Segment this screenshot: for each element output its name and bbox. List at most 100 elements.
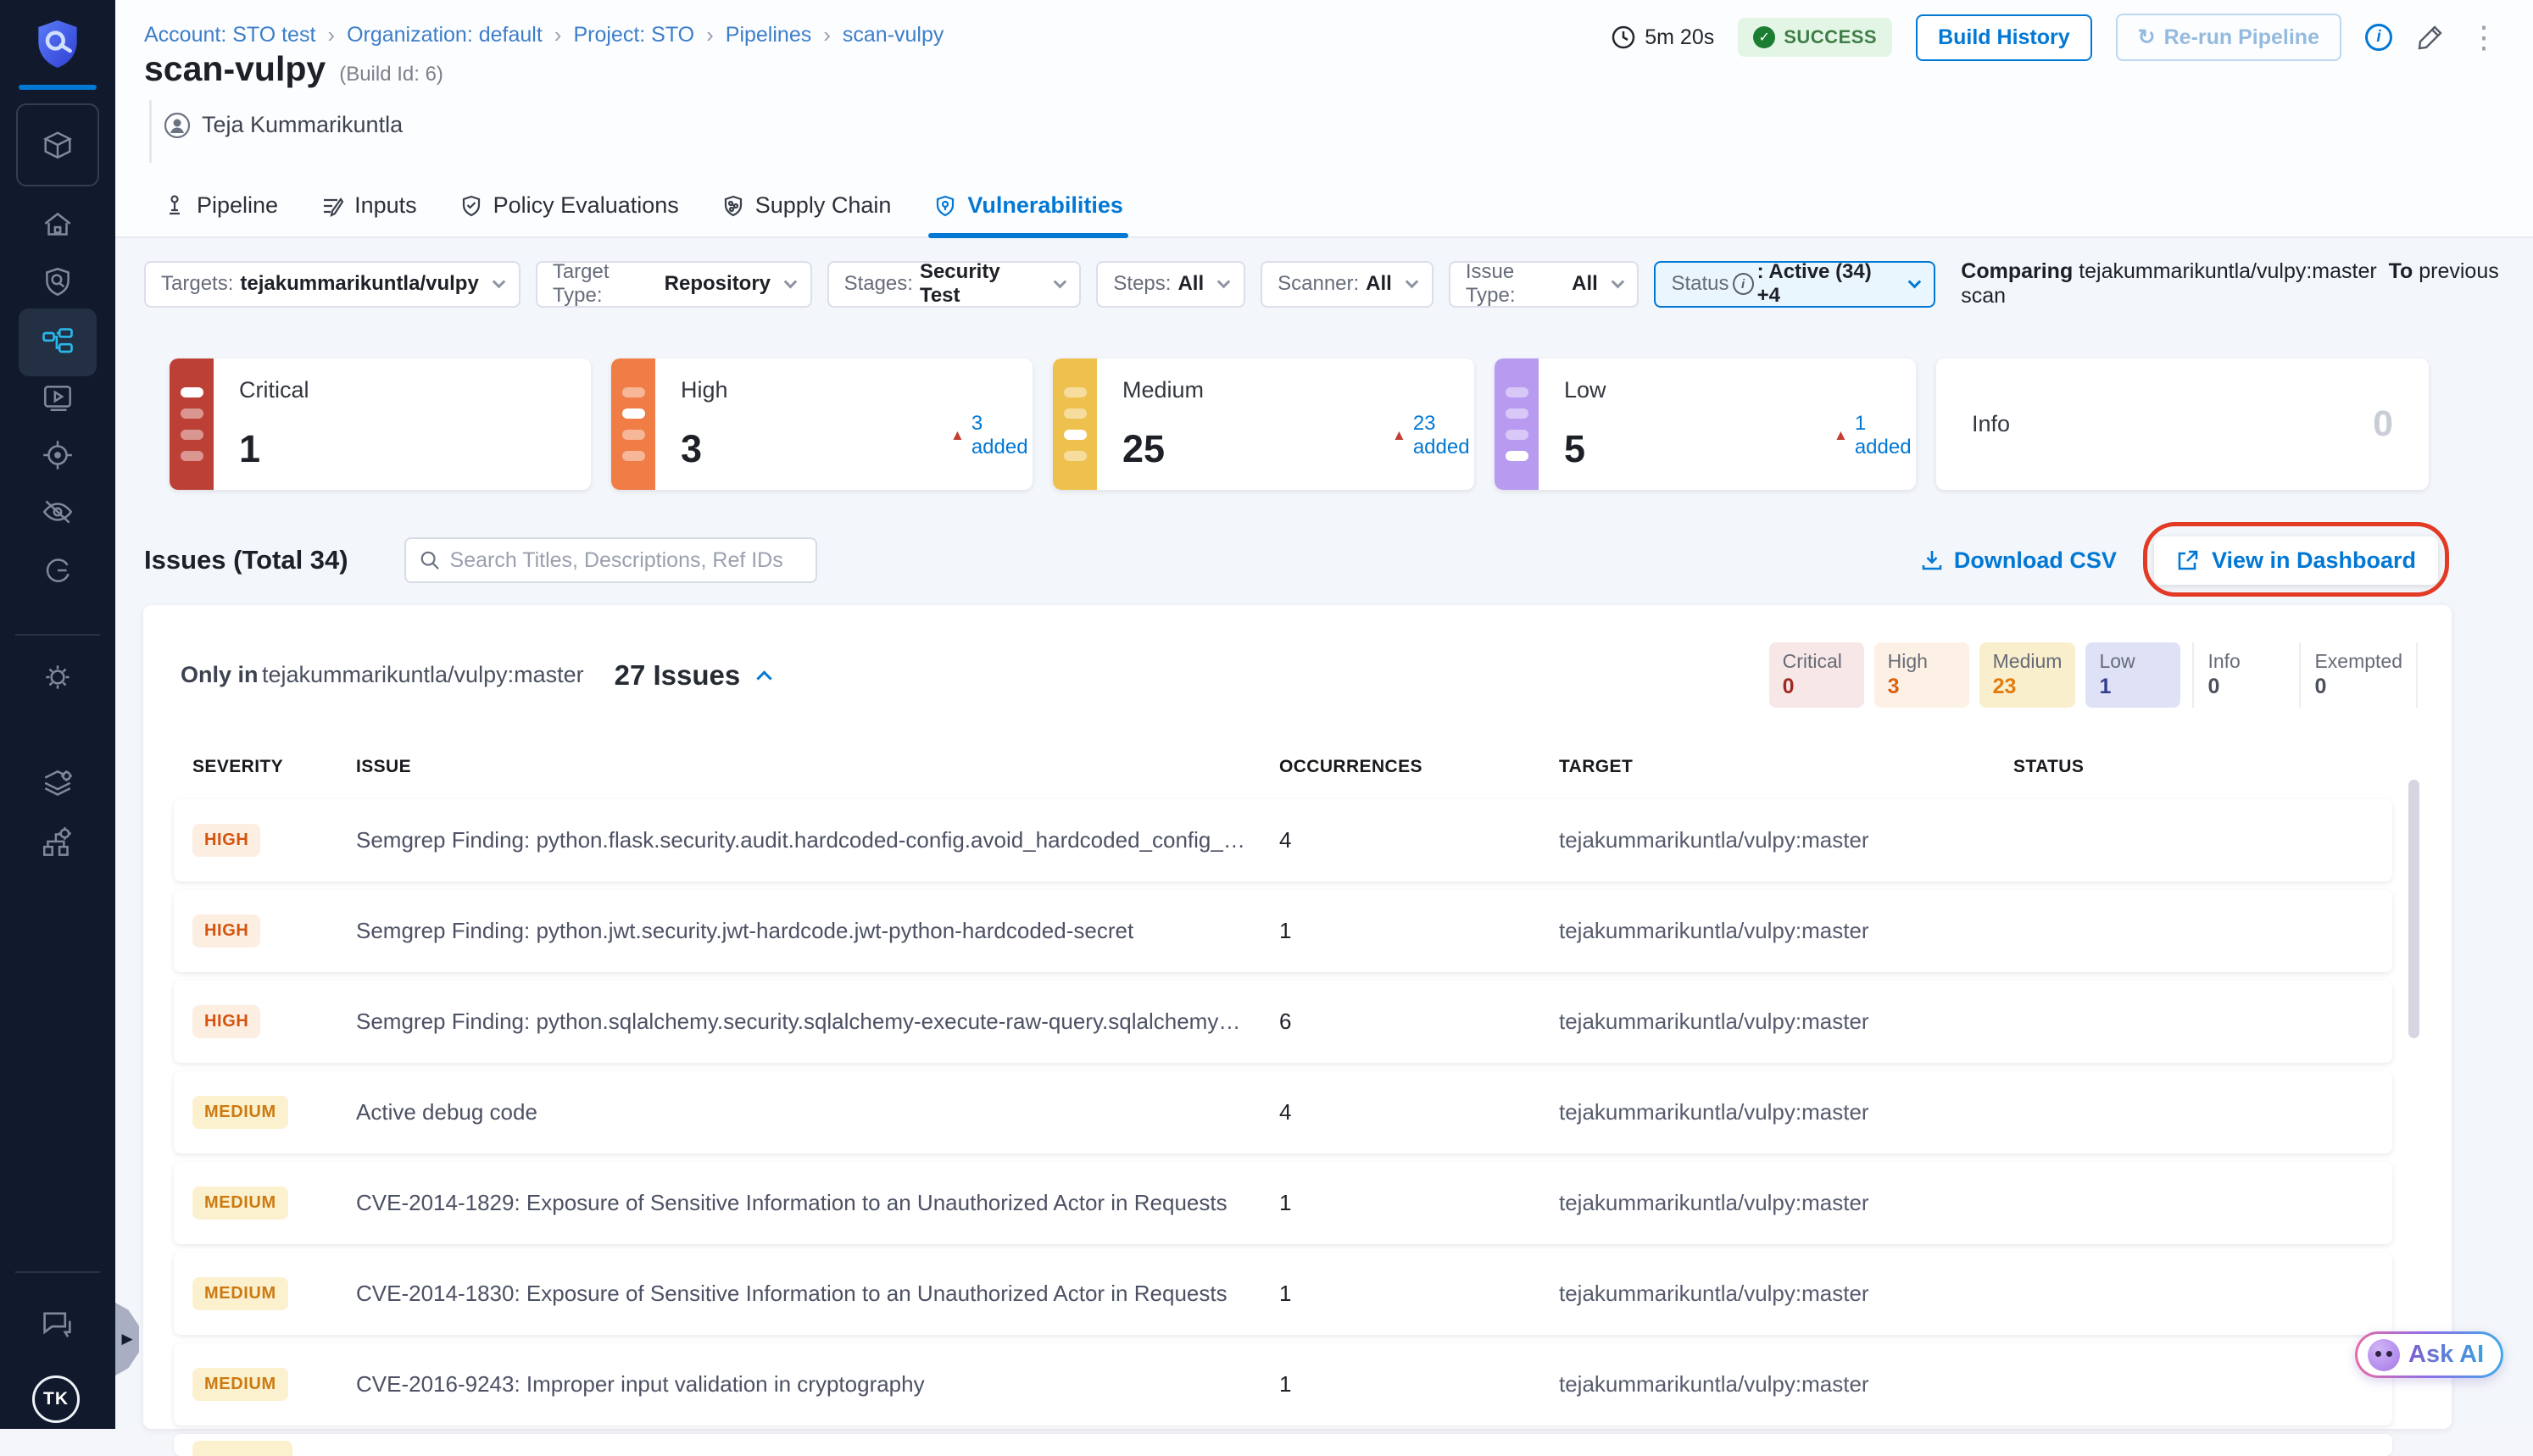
comparing-target: tejakummarikuntla/vulpy:master: [2079, 259, 2377, 283]
layers-gear-icon: [44, 770, 72, 796]
chip-low[interactable]: Low 1: [2085, 642, 2181, 708]
tab-label: Inputs: [354, 192, 417, 218]
chip-exempted[interactable]: Exempted 0: [2299, 642, 2418, 708]
triangle-up-icon: ▲: [1834, 427, 1848, 443]
table-row[interactable]: MEDIUM CVE-2016-9243: Improper input val…: [174, 1343, 2392, 1425]
chip-label: Exempted: [2314, 650, 2402, 672]
table-row[interactable]: HIGH Semgrep Finding: python.jwt.securit…: [174, 890, 2392, 972]
sidebar-item-default-settings[interactable]: [0, 767, 115, 803]
group-header: Only in tejakummarikuntla/vulpy:master 2…: [143, 605, 2452, 708]
card-label: Medium: [1122, 377, 1205, 403]
sidebar-item-pipelines[interactable]: [19, 308, 97, 376]
breadcrumb-organization[interactable]: Organization: default: [347, 23, 543, 47]
shield-search-icon: [46, 267, 70, 297]
rerun-pipeline-button[interactable]: ↻ Re-run Pipeline: [2115, 14, 2341, 61]
only-in-label: Only in: [181, 662, 259, 687]
target-crosshair-icon: [43, 441, 72, 470]
severity-badge: MEDIUM: [192, 1186, 288, 1220]
edit-pencil-icon[interactable]: [2416, 23, 2445, 52]
sidebar-item-home[interactable]: [0, 208, 115, 243]
low-card[interactable]: Low 5 ▲ 1 added: [1495, 358, 1916, 490]
status-text: SUCCESS: [1784, 26, 1878, 47]
table-scrollbar[interactable]: [2408, 780, 2419, 1038]
download-icon: [1922, 551, 1942, 570]
chip-info[interactable]: Info 0: [2192, 642, 2287, 708]
filter-target-type[interactable]: Target Type: Repository: [535, 260, 812, 308]
breadcrumb-project[interactable]: Project: STO: [573, 23, 694, 47]
chevron-down-icon: [1611, 275, 1624, 288]
harness-sto-logo-icon[interactable]: [31, 17, 85, 75]
module-selector-button[interactable]: [16, 103, 99, 186]
home-icon: [44, 212, 71, 236]
sidebar-item-targets[interactable]: [0, 437, 115, 473]
tab-inputs[interactable]: Inputs: [320, 173, 417, 238]
medium-card[interactable]: Medium 25 ▲ 23 added: [1053, 358, 1474, 490]
table-row[interactable]: HIGH Semgrep Finding: python.flask.secur…: [174, 799, 2392, 881]
critical-card[interactable]: Critical 1: [170, 358, 591, 490]
ask-ai-label: Ask AI: [2408, 1341, 2485, 1368]
chip-high[interactable]: High 3: [1873, 642, 1969, 708]
table-row-partial[interactable]: [174, 1434, 2392, 1456]
filter-stages[interactable]: Stages: Security Test: [827, 260, 1082, 308]
view-in-dashboard-button[interactable]: View in Dashboard: [2153, 536, 2438, 585]
filter-steps[interactable]: Steps: All: [1096, 260, 1246, 308]
table-row[interactable]: MEDIUM CVE-2014-1829: Exposure of Sensit…: [174, 1162, 2392, 1244]
collapse-chevron-icon[interactable]: [756, 670, 772, 686]
filter-value: tejakummarikuntla/vulpy: [240, 272, 479, 295]
target-value: tejakummarikuntla/vulpy:master: [1559, 1281, 1869, 1306]
sidebar-item-overview[interactable]: [0, 264, 115, 300]
added-link[interactable]: ▲ 23 added: [1392, 412, 1474, 459]
added-link[interactable]: ▲ 1 added: [1834, 412, 1916, 459]
chevron-down-icon: [1216, 275, 1231, 288]
breadcrumb-current[interactable]: scan-vulpy: [843, 23, 944, 47]
filter-targets[interactable]: Targets: tejakummarikuntla/vulpy: [144, 260, 521, 308]
filter-status[interactable]: Status i : Active (34) +4: [1654, 260, 1936, 308]
user-avatar[interactable]: TK: [32, 1375, 80, 1423]
ask-ai-button[interactable]: Ask AI: [2355, 1331, 2504, 1378]
info-card[interactable]: Info 0: [1936, 358, 2429, 490]
supply-chain-shield-icon: [724, 195, 742, 216]
vulnerabilities-shield-icon: [937, 195, 955, 216]
breadcrumb-account[interactable]: Account: STO test: [144, 23, 315, 47]
chip-critical[interactable]: Critical 0: [1768, 642, 1864, 708]
filter-scanner[interactable]: Scanner: All: [1261, 260, 1434, 308]
chevron-down-icon: [1053, 275, 1066, 288]
search-box[interactable]: [404, 537, 817, 583]
search-input[interactable]: [449, 547, 802, 573]
sidebar-item-settings[interactable]: [0, 659, 115, 695]
filter-value: All: [1177, 272, 1205, 295]
severity-chips: Critical 0 High 3 Medium 23 Low 1 Info 0 Exem…: [1759, 642, 2418, 708]
sidebar-item-baselines[interactable]: [0, 494, 115, 530]
high-card[interactable]: High 3 ▲ 3 added: [611, 358, 1033, 490]
chevron-down-icon: [783, 275, 797, 288]
chip-value: 23: [1992, 675, 2017, 698]
filter-value: : Active (34) +4: [1756, 260, 1872, 307]
tab-supply-chain[interactable]: Supply Chain: [721, 173, 891, 238]
inputs-tab-icon: [324, 197, 344, 217]
tab-pipeline[interactable]: Pipeline: [163, 173, 278, 238]
sidebar-item-org-settings[interactable]: [0, 825, 115, 861]
tab-policy-evaluations[interactable]: Policy Evaluations: [459, 173, 679, 238]
chip-medium[interactable]: Medium 23: [1979, 642, 2076, 708]
build-history-button[interactable]: Build History: [1916, 14, 2092, 61]
download-csv-button[interactable]: Download CSV: [1920, 547, 2117, 574]
kebab-glyph: ⋮: [2469, 19, 2499, 54]
sidebar-item-ticket-settings[interactable]: [0, 553, 115, 588]
breadcrumb-pipelines[interactable]: Pipelines: [726, 23, 811, 47]
added-link[interactable]: ▲ 3 added: [950, 412, 1033, 459]
breadcrumb-separator: ›: [706, 22, 714, 47]
sidebar-item-executions[interactable]: [0, 380, 115, 415]
table-row[interactable]: MEDIUM Active debug code 4 tejakummariku…: [174, 1071, 2392, 1153]
filter-issue-type[interactable]: Issue Type: All: [1448, 260, 1639, 308]
kebab-menu-icon[interactable]: ⋮: [2469, 22, 2499, 53]
view-in-dashboard-label: View in Dashboard: [2211, 547, 2416, 573]
table-row[interactable]: MEDIUM CVE-2014-1830: Exposure of Sensit…: [174, 1253, 2392, 1335]
info-icon[interactable]: i: [2365, 24, 2392, 51]
filter-label: Targets:: [161, 272, 234, 295]
issue-title: Semgrep Finding: python.flask.security.a…: [356, 827, 1279, 853]
severity-badge: MEDIUM: [192, 1277, 288, 1310]
tab-vulnerabilities[interactable]: Vulnerabilities: [928, 173, 1128, 238]
table-row[interactable]: HIGH Semgrep Finding: python.sqlalchemy.…: [174, 981, 2392, 1063]
issues-toolbar: Issues (Total 34) Download CSV View in D…: [144, 521, 2449, 597]
sidebar-item-help[interactable]: [0, 1306, 115, 1343]
